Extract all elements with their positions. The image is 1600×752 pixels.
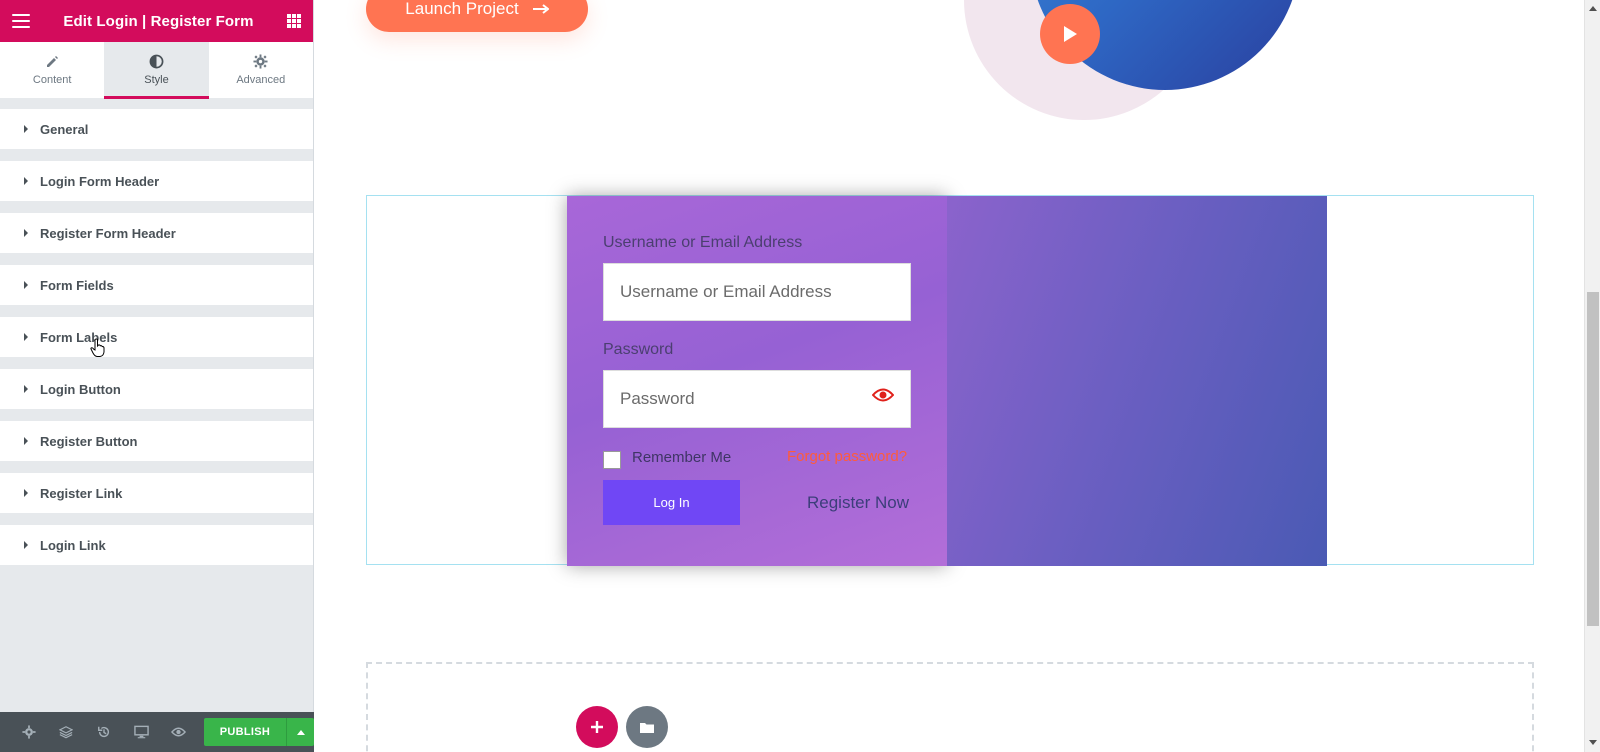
panel-header: Edit Login | Register Form: [0, 0, 313, 42]
tab-content[interactable]: Content: [0, 42, 104, 98]
section-label: Login Form Header: [40, 173, 160, 189]
editor-panel: Edit Login | Register Form Content Style…: [0, 0, 315, 752]
tab-style-label: Style: [144, 74, 169, 86]
panel-tabs: Content Style Advanced: [0, 42, 313, 99]
scroll-up-arrow-icon[interactable]: [1589, 6, 1597, 11]
publish-button[interactable]: PUBLISH: [203, 718, 287, 746]
responsive-icon[interactable]: [123, 712, 161, 752]
section-register-form-header[interactable]: Register Form Header: [0, 213, 313, 254]
section-label: Register Link: [40, 485, 123, 501]
remember-me-label: Remember Me: [632, 449, 732, 466]
password-input[interactable]: [603, 370, 911, 428]
contrast-icon: [149, 54, 164, 69]
hand-pointer-cursor-icon: [90, 338, 105, 357]
play-icon: [1064, 26, 1077, 42]
style-sections-list: General Login Form Header Register Form …: [0, 99, 313, 566]
tab-content-label: Content: [32, 73, 72, 86]
settings-icon[interactable]: [10, 712, 48, 752]
caret-right-icon: [24, 489, 28, 497]
username-label: Username or Email Address: [603, 234, 803, 251]
username-input[interactable]: [603, 263, 911, 321]
layers-icon[interactable]: [48, 712, 86, 752]
gear-icon: [253, 54, 268, 69]
video-play-button[interactable]: [1040, 4, 1100, 64]
add-section-button[interactable]: [576, 706, 618, 748]
section-form-fields[interactable]: Form Fields: [0, 265, 313, 306]
caret-up-icon: [296, 729, 305, 735]
tab-style[interactable]: Style: [104, 42, 209, 99]
editor-canvas: Launch Project Username or Email Address…: [314, 0, 1586, 752]
login-register-section[interactable]: Username or Email Address Password Remem…: [366, 195, 1534, 566]
show-password-eye-icon[interactable]: [872, 387, 894, 403]
caret-right-icon: [24, 333, 28, 341]
section-label: Register Form Header: [40, 225, 176, 241]
remember-me-checkbox[interactable]: [603, 451, 621, 469]
section-label: General: [40, 121, 89, 137]
launch-project-label: Launch Project: [405, 0, 519, 18]
widgets-grid-icon[interactable]: [286, 14, 301, 28]
publish-options-button[interactable]: [286, 718, 315, 746]
section-general[interactable]: General: [0, 109, 313, 150]
arrow-right-icon: [532, 4, 549, 14]
plus-icon: [591, 721, 603, 733]
caret-right-icon: [24, 541, 28, 549]
launch-project-button[interactable]: Launch Project: [366, 0, 588, 32]
vertical-scrollbar[interactable]: [1584, 0, 1600, 752]
register-now-link[interactable]: Register Now: [807, 493, 909, 513]
caret-right-icon: [24, 125, 28, 133]
login-form-card: Username or Email Address Password Remem…: [567, 196, 947, 566]
tab-advanced-label: Advanced: [236, 74, 286, 86]
preview-eye-icon[interactable]: [160, 712, 198, 752]
section-register-button[interactable]: Register Button: [0, 421, 313, 462]
caret-right-icon: [24, 229, 28, 237]
caret-right-icon: [24, 281, 28, 289]
tab-advanced[interactable]: Advanced: [209, 42, 313, 98]
section-form-labels[interactable]: Form Labels: [0, 317, 313, 358]
section-label: Login Link: [40, 537, 106, 553]
pencil-icon: [47, 55, 59, 67]
caret-right-icon: [24, 437, 28, 445]
panel-title: Edit Login | Register Form: [63, 12, 254, 30]
section-login-form-header[interactable]: Login Form Header: [0, 161, 313, 202]
forgot-password-link[interactable]: Forgot password?: [787, 448, 907, 465]
history-icon[interactable]: [85, 712, 123, 752]
section-label: Login Button: [40, 381, 121, 397]
password-label: Password: [603, 341, 674, 358]
scroll-down-arrow-icon[interactable]: [1589, 740, 1597, 745]
scrollbar-thumb[interactable]: [1587, 292, 1599, 626]
caret-right-icon: [24, 385, 28, 393]
hamburger-menu-icon[interactable]: [12, 14, 30, 28]
log-in-button[interactable]: Log In: [603, 480, 740, 525]
section-label: Form Fields: [40, 277, 114, 293]
folder-icon: [640, 722, 654, 733]
add-template-button[interactable]: [626, 706, 668, 748]
section-login-link[interactable]: Login Link: [0, 525, 313, 566]
add-new-section-area: [366, 662, 1534, 752]
section-login-button[interactable]: Login Button: [0, 369, 313, 410]
form-side-gradient-image: [947, 196, 1327, 566]
panel-footer: PUBLISH: [0, 712, 315, 752]
section-register-link[interactable]: Register Link: [0, 473, 313, 514]
section-label: Register Button: [40, 433, 138, 449]
caret-right-icon: [24, 177, 28, 185]
